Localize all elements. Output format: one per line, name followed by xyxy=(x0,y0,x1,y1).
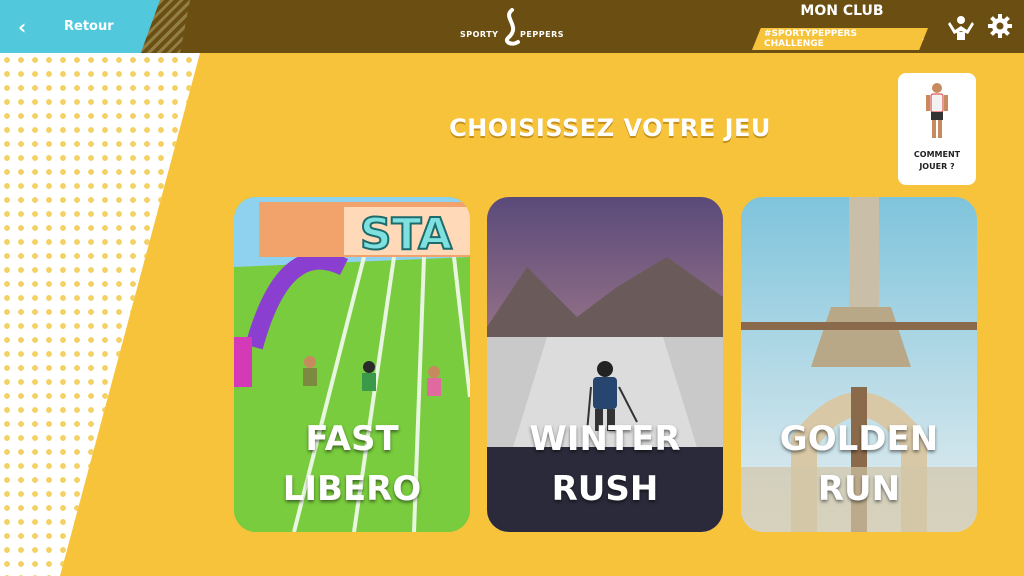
game-title-line2: LIBERO xyxy=(282,469,422,509)
logo-word-left: SPORTY xyxy=(460,30,499,39)
pepper-logo-icon xyxy=(505,8,520,46)
game-card-golden-run[interactable]: GOLDEN RUN xyxy=(741,197,977,532)
start-sign-text: STA xyxy=(360,209,452,260)
game-title-line1: WINTER xyxy=(529,419,681,459)
howto-line2: JOUER ? xyxy=(919,162,955,171)
player-avatar-icon xyxy=(926,83,948,142)
game-title: GOLDEN RUN xyxy=(741,414,977,514)
game-card-fast-libero[interactable]: STA FAST LIBERO xyxy=(234,197,470,532)
challenge-dropdown[interactable]: #SPORTYPEPPERS CHALLENGE ⌄ xyxy=(752,28,928,50)
page-title: CHOISISSEZ VOTRE JEU xyxy=(449,114,771,142)
game-title-line1: FAST xyxy=(305,419,399,459)
game-title-line2: RUSH xyxy=(551,469,659,509)
game-title-line1: GOLDEN xyxy=(779,419,939,459)
challenge-label: #SPORTYPEPPERS CHALLENGE xyxy=(764,29,857,49)
game-title: FAST LIBERO xyxy=(234,414,470,514)
decorative-pattern xyxy=(0,53,200,576)
logo-word-right: PEPPERS xyxy=(520,30,564,39)
how-to-play-button[interactable]: COMMENT JOUER ? xyxy=(898,73,976,185)
club-title[interactable]: MON CLUB xyxy=(784,3,900,19)
back-button[interactable]: ‹ Retour xyxy=(0,0,160,53)
game-card-winter-rush[interactable]: WINTER RUSH xyxy=(487,197,723,532)
back-label: Retour xyxy=(64,19,114,34)
chevron-left-icon: ‹ xyxy=(18,14,27,39)
brand-logo: SPORTY PEPPERS xyxy=(460,8,564,46)
muscle-icon[interactable] xyxy=(946,12,976,42)
gear-icon[interactable] xyxy=(986,12,1016,42)
howto-line1: COMMENT xyxy=(913,150,961,159)
game-title-line2: RUN xyxy=(817,469,901,509)
game-title: WINTER RUSH xyxy=(487,414,723,514)
